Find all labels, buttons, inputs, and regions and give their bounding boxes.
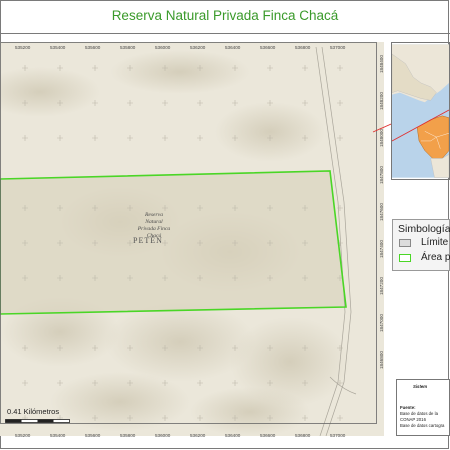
legend-label-area: Área pr — [421, 252, 450, 263]
locator-inset-map[interactable] — [391, 42, 450, 180]
legend: Simbología Límite Área pr — [392, 219, 450, 271]
map-title: Reserva Natural Privada Finca Chacá — [111, 8, 339, 23]
x-tick-top: 535600 — [85, 45, 101, 50]
info-line: Base de datos cartogra — [400, 423, 445, 428]
legend-swatch-area — [399, 254, 411, 262]
x-tick-top: 536000 — [155, 45, 171, 50]
x-tick-top: 536200 — [190, 45, 206, 50]
x-tick-bottom: 536800 — [295, 433, 311, 438]
info-line: CONAP 2016 — [400, 417, 426, 422]
source-info-box: Sistem Fuente: Base de datos de la CONAP… — [396, 379, 450, 436]
region-label: PETÉN — [133, 236, 163, 245]
x-tick-bottom: 536200 — [190, 433, 206, 438]
info-line: Base de datos de la — [400, 411, 438, 416]
scale-label: 0.41 Kilómetros — [7, 407, 60, 416]
x-tick-bottom: 536000 — [155, 433, 171, 438]
x-tick-bottom: 535800 — [120, 433, 136, 438]
x-tick-top: 535800 — [120, 45, 136, 50]
x-tick-top: 536600 — [260, 45, 276, 50]
legend-title: Simbología — [398, 223, 450, 235]
x-tick-bottom: 535600 — [85, 433, 101, 438]
legend-swatch-limit — [399, 239, 411, 247]
legend-label-limit: Límite — [421, 237, 449, 248]
y-tick-right: 1847800 — [379, 166, 384, 184]
y-tick-right: 1847000 — [379, 314, 384, 332]
y-tick-right: 1847600 — [379, 203, 384, 221]
x-tick-bottom: 536400 — [225, 433, 241, 438]
info-heading: Sistem — [413, 384, 428, 389]
x-tick-bottom: 535400 — [50, 433, 66, 438]
y-tick-right: 1847200 — [379, 277, 384, 295]
x-tick-top: 537000 — [330, 45, 346, 50]
info-source-label: Fuente: — [400, 405, 416, 410]
y-tick-right: 1847400 — [379, 240, 384, 258]
y-tick-right: 1848400 — [379, 55, 384, 73]
x-tick-top: 536400 — [225, 45, 241, 50]
y-tick-right: 1846800 — [379, 351, 384, 369]
x-tick-bottom: 535200 — [15, 433, 31, 438]
main-map[interactable] — [0, 42, 384, 436]
scale-bar — [5, 419, 70, 423]
title-bar: Reserva Natural Privada Finca Chacá — [0, 0, 450, 34]
x-tick-top: 535200 — [15, 45, 31, 50]
x-tick-top: 536800 — [295, 45, 311, 50]
x-tick-top: 535400 — [50, 45, 66, 50]
x-tick-bottom: 536600 — [260, 433, 276, 438]
x-tick-bottom: 537000 — [330, 433, 346, 438]
